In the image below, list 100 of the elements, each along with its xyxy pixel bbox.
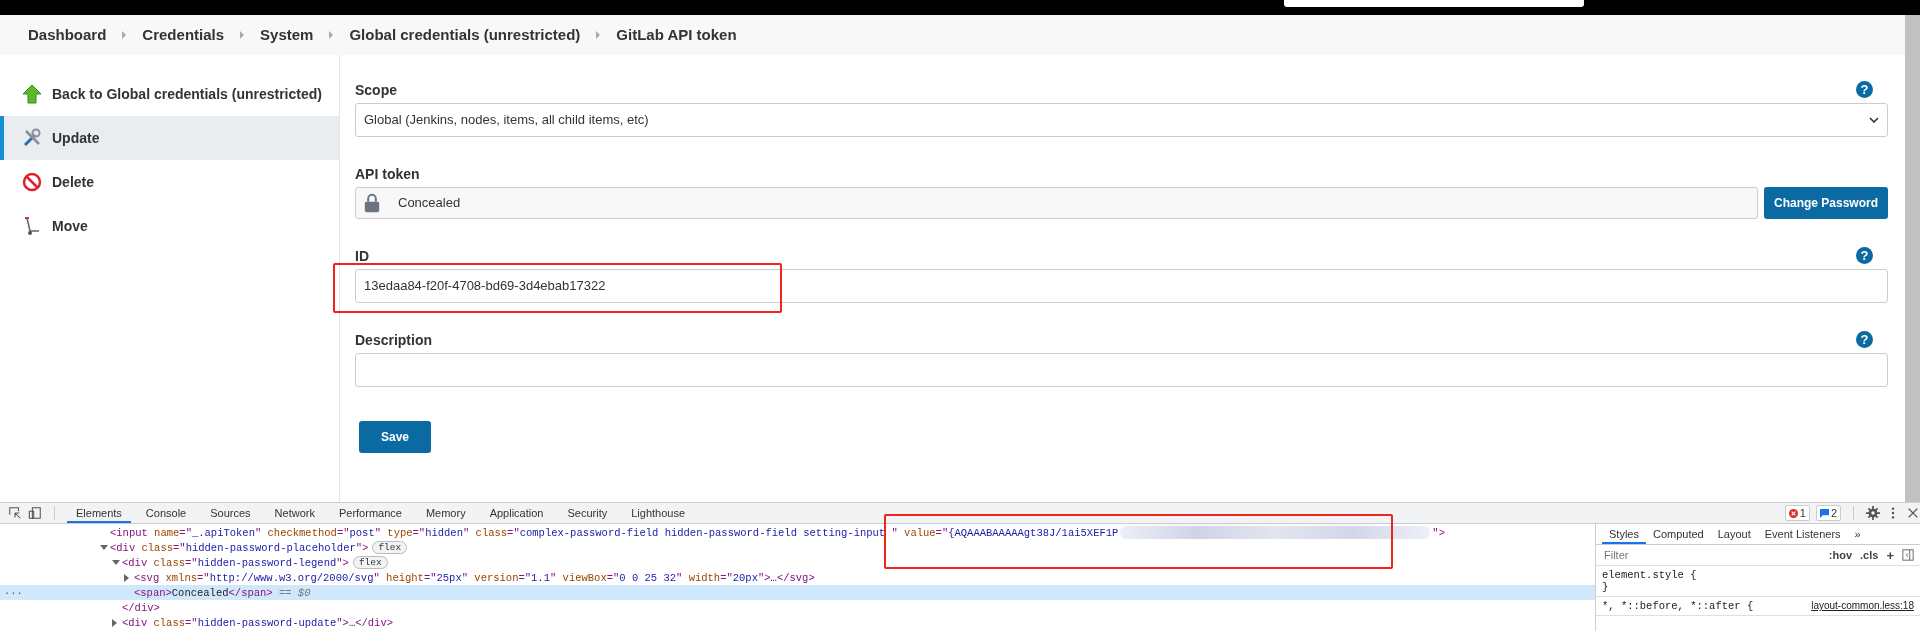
breadcrumb-link[interactable]: GitLab API token	[616, 26, 737, 44]
sidebar-item[interactable]: Back to Global credentials (unrestricted)	[0, 71, 339, 116]
code-text: </svg>	[776, 571, 815, 584]
code-text: <div	[110, 541, 136, 554]
chevron-icon	[329, 30, 334, 39]
code-text: "	[374, 526, 382, 539]
devtools-tab[interactable]: Performance	[329, 503, 411, 524]
inspect-icon[interactable]	[8, 506, 22, 521]
field-label: ID	[355, 247, 369, 264]
error-icon	[1788, 508, 1798, 518]
sidebar-item[interactable]: Update	[0, 115, 339, 160]
devtools-tab[interactable]: Lighthouse	[622, 503, 695, 524]
source-link[interactable]: layout-common.less:18	[1811, 600, 1914, 613]
hand-truck-icon	[22, 215, 42, 236]
styles-tab[interactable]: Computed	[1645, 524, 1711, 545]
breadcrumb-link[interactable]: Global credentials (unrestricted)	[349, 26, 581, 44]
help-icon[interactable]: ?	[1856, 247, 1873, 265]
code-text: ="	[423, 571, 437, 584]
code-text: ="	[185, 556, 198, 569]
scrollbar[interactable]	[1905, 14, 1920, 503]
code-text: <input	[110, 526, 148, 539]
no-entry-icon	[22, 171, 42, 192]
closing-tag: </div>	[122, 601, 160, 614]
sidebar-item[interactable]: Move	[0, 203, 339, 248]
code-text: width	[687, 571, 721, 584]
lock-icon	[364, 192, 380, 213]
code-text: ="	[606, 571, 620, 584]
styles-tab[interactable]: Event Listeners	[1757, 524, 1848, 545]
code-text: class	[152, 556, 186, 569]
code-text: "	[891, 526, 898, 539]
field-label: API token	[355, 165, 420, 182]
code-text: 20px	[732, 571, 758, 584]
code-text: name	[153, 526, 180, 539]
code-text: ="	[507, 526, 520, 539]
code-text: class	[474, 526, 508, 539]
code-text: 0 0 25 32	[619, 571, 677, 584]
devtools-tab[interactable]: Application	[480, 503, 553, 524]
code-text: hidden-password-legend	[197, 556, 337, 569]
devtools-tab[interactable]: Memory	[416, 503, 475, 524]
flex-badge[interactable]: flex	[352, 556, 388, 570]
code-text: ="	[935, 526, 949, 539]
code-text: "	[254, 526, 262, 539]
hov-button[interactable]: :hov	[1828, 549, 1853, 562]
up-arrow-icon	[22, 83, 42, 104]
code-text: Concealed	[171, 586, 229, 599]
breadcrumb-link[interactable]: Dashboard	[28, 26, 107, 44]
code-text: 1.1	[531, 571, 550, 584]
code-text: version	[473, 571, 519, 584]
devtools-tab[interactable]: Elements	[67, 503, 131, 524]
expand-toggle[interactable]	[112, 560, 120, 566]
chevron-icon	[240, 30, 245, 39]
css-selector: element.style {	[1602, 569, 1697, 582]
change-password-button[interactable]: Change Password	[1763, 186, 1888, 219]
message-count[interactable]: 2	[1815, 505, 1841, 522]
input-field[interactable]	[355, 352, 1888, 387]
sidebar-item[interactable]: Delete	[0, 159, 339, 204]
cls-button[interactable]: .cls	[1860, 549, 1879, 562]
new-rule-button[interactable]: +	[1886, 547, 1894, 563]
styles-tab[interactable]: Layout	[1710, 524, 1758, 545]
row-menu[interactable]: ···	[4, 586, 23, 599]
search-field[interactable]	[1284, 0, 1584, 7]
code-text: <span>	[134, 586, 172, 599]
help-icon[interactable]: ?	[1856, 81, 1873, 99]
code-text: http://www.w3.org/2000/svg	[209, 571, 374, 584]
code-text: value	[903, 526, 936, 539]
code-text: ="	[179, 526, 192, 539]
code-text: ="	[173, 541, 186, 554]
code-text: ="	[197, 571, 210, 584]
breadcrumb-link[interactable]: System	[260, 26, 314, 44]
expand-toggle[interactable]	[112, 618, 117, 627]
code-text: ="	[412, 526, 426, 539]
error-count[interactable]: 1	[1784, 505, 1810, 522]
breadcrumb-link[interactable]: Credentials	[142, 26, 225, 44]
devtools-tab[interactable]: Security	[558, 503, 617, 524]
device-icon[interactable]	[28, 506, 42, 521]
flex-badge[interactable]: flex	[372, 541, 408, 555]
more-tabs-button[interactable]: »	[1847, 524, 1868, 545]
settings-icon[interactable]	[1866, 506, 1880, 521]
expand-toggle[interactable]	[100, 545, 108, 551]
sidebar-toggle-icon[interactable]	[1902, 549, 1914, 562]
code-text: "	[373, 571, 380, 584]
scope-select[interactable]: Global (Jenkins, nodes, items, all child items, etc)	[355, 102, 1888, 137]
concealed-field: Concealed	[355, 186, 1758, 219]
code-text: checkmethod	[266, 526, 337, 539]
code-text: ="	[185, 616, 198, 629]
code-text: post	[349, 526, 375, 539]
input-field[interactable]: 13edaa84-f20f-4708-bd69-3d4ebab17322	[355, 268, 1888, 303]
devtools-tab[interactable]: Network	[265, 503, 324, 524]
tools-icon	[22, 127, 42, 148]
code-text: <div	[122, 616, 148, 629]
help-icon[interactable]: ?	[1856, 331, 1873, 349]
save-button[interactable]: Save	[359, 420, 431, 453]
devtools-tab[interactable]: Sources	[201, 503, 260, 524]
code-text: ">	[336, 556, 349, 569]
code-text: …	[348, 616, 356, 629]
devtools-tab[interactable]: Console	[136, 503, 196, 524]
styles-tab[interactable]: Styles	[1602, 524, 1646, 545]
sidebar-label: Move	[52, 217, 88, 234]
code-text: <div	[122, 556, 148, 569]
code-text: ">	[758, 571, 771, 584]
